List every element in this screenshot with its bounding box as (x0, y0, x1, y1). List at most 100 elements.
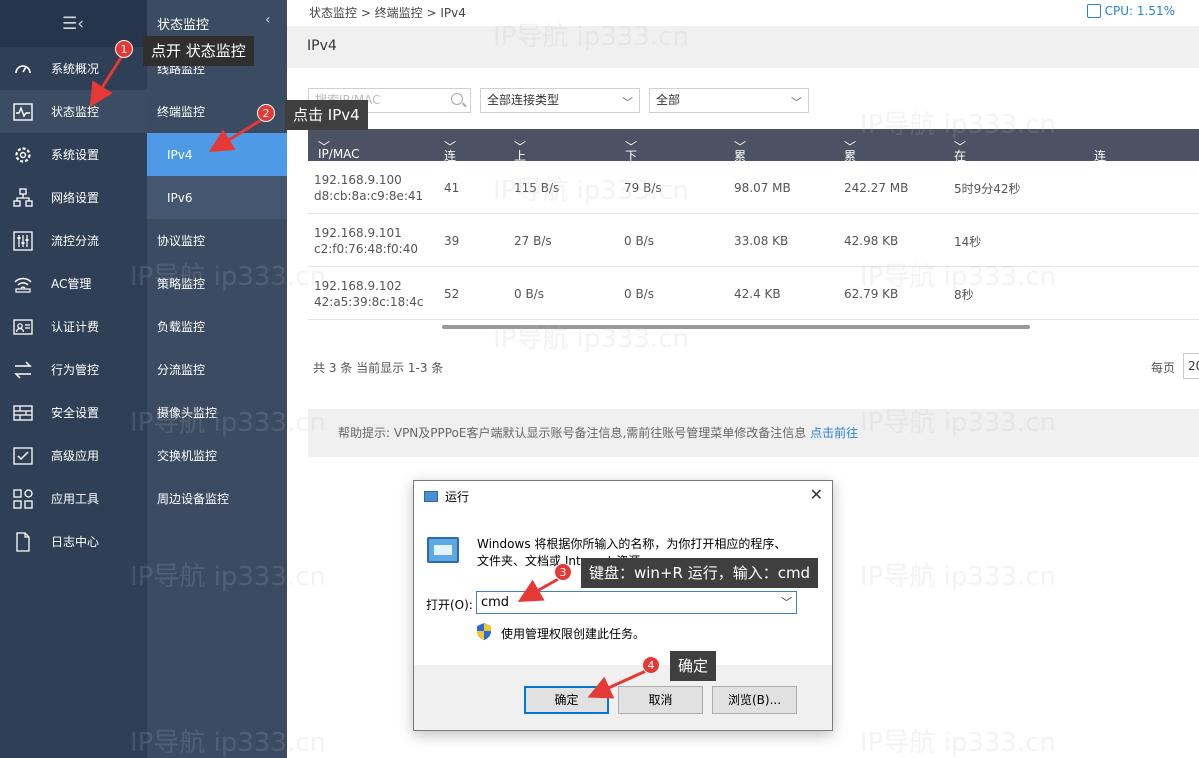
cancel-button[interactable]: 取消 (618, 686, 703, 714)
step-tip-2: 点击 IPv4 (285, 100, 368, 130)
table-row[interactable]: 192.168.9.102 42:a5:39:8c:18:4c 52 0 B/s… (308, 267, 1199, 320)
cell-connections: 41 (444, 181, 460, 195)
sub-item-ipv6[interactable]: IPv6 (147, 176, 287, 219)
col-connections[interactable]: 连接数 ﹀ (444, 138, 456, 197)
chevron-down-icon: ﹀ (622, 96, 633, 109)
cell-down-rate: 0 B/s (624, 234, 654, 248)
sub-item-label: IPv6 (167, 190, 193, 205)
step-tip-1: 点开 状态监控 (143, 36, 254, 66)
sub-item-label: 协议监控 (157, 234, 206, 248)
apps-icon (11, 488, 35, 509)
cell-ip: 192.168.9.100 (314, 173, 402, 187)
step-badge-1: 1 (115, 40, 133, 58)
cell-up-rate: 0 B/s (514, 287, 544, 301)
per-page-select[interactable]: 20 (1183, 353, 1199, 379)
browse-button[interactable]: 浏览(B)... (712, 686, 797, 714)
per-page-label: 每页 (1151, 361, 1176, 375)
connection-type-value: 全部连接类型 (487, 93, 560, 107)
col-ip-mac[interactable]: IP/MAC ﹀ (318, 138, 360, 161)
cell-connections: 52 (444, 287, 460, 301)
open-label: 打开(O): (426, 598, 473, 612)
sub-item-label: 终端监控 (157, 105, 206, 119)
sub-item-switch-monitor[interactable]: 交换机监控 (147, 434, 287, 477)
sub-item-policy-monitor[interactable]: 策略监控 (147, 262, 287, 305)
sidebar-item-flow-control[interactable]: 流控分流 (0, 219, 147, 262)
sub-sidebar-title: 状态监控 (157, 18, 210, 33)
sidebar-item-label: 行为管控 (51, 363, 100, 377)
step-tip-4: 确定 (670, 651, 717, 681)
uac-shield-icon (477, 623, 491, 640)
sidebar-item-auth-billing[interactable]: 认证计费 (0, 305, 147, 348)
cell-connections: 39 (444, 234, 460, 248)
sidebar-item-network-settings[interactable]: 网络设置 (0, 176, 147, 219)
dialog-titlebar[interactable]: 运行 (414, 481, 832, 511)
sidebar-item-label: 日志中心 (51, 535, 100, 549)
step-badge-2: 2 (257, 104, 275, 122)
scope-value: 全部 (656, 93, 681, 107)
sidebar-item-label: AC管理 (51, 277, 92, 291)
chevron-down-icon[interactable]: ﹀ (781, 592, 792, 613)
sidebar-item-behavior-control[interactable]: 行为管控 (0, 348, 147, 391)
cell-total-up: 98.07 MB (734, 181, 791, 195)
table-row[interactable]: 192.168.9.101 c2:f0:76:48:f0:40 39 27 B/… (308, 214, 1199, 267)
cell-total-up: 33.08 KB (734, 234, 789, 248)
gear-icon (11, 145, 35, 165)
cell-online: 5时9分42秒 (954, 182, 1021, 196)
open-input[interactable]: cmd ﹀ (476, 591, 797, 614)
sidebar-item-label: 系统设置 (51, 148, 100, 162)
close-icon[interactable]: ✕ (810, 485, 823, 504)
gauge-icon (11, 59, 35, 79)
sub-item-label: 策略监控 (157, 277, 206, 291)
col-total-upload[interactable]: 累计上行 ﹀ (734, 138, 746, 214)
col-online-time[interactable]: 在线时长 ﹀ (954, 138, 966, 214)
cell-online: 8秒 (954, 288, 974, 302)
cell-down-rate: 79 B/s (624, 181, 662, 195)
horizontal-scrollbar[interactable] (442, 325, 1030, 329)
sub-item-load-monitor[interactable]: 负载监控 (147, 305, 287, 348)
cell-up-rate: 115 B/s (514, 181, 560, 195)
sidebar-item-app-tools[interactable]: 应用工具 (0, 477, 147, 520)
firewall-icon (11, 403, 35, 423)
sidebar-item-status-monitor[interactable]: 状态监控 (0, 90, 147, 133)
sub-item-label: 分流监控 (157, 363, 206, 377)
sidebar-item-system-settings[interactable]: 系统设置 (0, 133, 147, 176)
page-title: IPv4 (287, 26, 1199, 68)
scope-select[interactable]: 全部 ﹀ (649, 88, 809, 113)
cell-up-rate: 27 B/s (514, 234, 552, 248)
chevron-left-icon[interactable]: ‹ (265, 12, 271, 28)
run-dialog: 运行 ✕ Windows 将根据你所输入的名称，为你打开相应的程序、文件夹、文档… (413, 480, 833, 731)
table-header: IP/MAC ﹀ 连接数 ﹀ 上行速率 ﹀ 下行速率 ﹀ 累计上行 ﹀ 累计下行… (308, 129, 1199, 214)
sidebar-item-logs[interactable]: 日志中心 (0, 520, 147, 563)
cell-mac: 42:a5:39:8c:18:4c (314, 295, 424, 309)
sub-item-split-monitor[interactable]: 分流监控 (147, 348, 287, 391)
sidebar-item-label: 应用工具 (51, 492, 100, 506)
col-upload-rate[interactable]: 上行速率 ﹀ (514, 138, 526, 214)
run-app-icon (424, 490, 438, 502)
sidebar-item-advanced[interactable]: 高级应用 (0, 434, 147, 477)
sub-item-label: IPv4 (167, 147, 193, 162)
table-row[interactable]: 192.168.9.100 d8:cb:8a:c9:8e:41 41 115 B… (308, 161, 1199, 214)
sidebar-item-label: 高级应用 (51, 449, 100, 463)
col-download-rate[interactable]: 下行速率 ﹀ (625, 138, 637, 214)
step-badge-3: 3 (554, 563, 572, 581)
sub-item-ipv4[interactable]: IPv4 (147, 133, 287, 176)
sub-item-label: 摄像头监控 (157, 406, 218, 420)
sub-item-camera-monitor[interactable]: 摄像头监控 (147, 391, 287, 434)
help-link[interactable]: 点击前往 (810, 426, 858, 440)
checkbox-icon (11, 446, 35, 466)
sub-item-peripheral-monitor[interactable]: 周边设备监控 (147, 477, 287, 520)
sidebar-item-ac-manage[interactable]: AC管理 (0, 262, 147, 305)
id-card-icon (11, 317, 35, 337)
sub-item-label: 交换机监控 (157, 449, 218, 463)
document-icon (11, 531, 35, 552)
connection-type-select[interactable]: 全部连接类型 ﹀ (480, 88, 640, 113)
sidebar-item-security[interactable]: 安全设置 (0, 391, 147, 434)
sidebar-item-label: 认证计费 (51, 320, 100, 334)
col-total-download[interactable]: 累计下行 ﹀ (844, 138, 856, 214)
main-sidebar: ☰‹ 系统概况 状态监控 系统设置 网络设置 流控分流 AC管理 认证计费 行为… (0, 0, 147, 758)
sub-item-protocol-monitor[interactable]: 协议监控 (147, 219, 287, 262)
sidebar-item-label: 状态监控 (51, 105, 100, 119)
ok-button[interactable]: 确定 (524, 686, 609, 714)
search-icon[interactable] (451, 93, 463, 105)
help-tip: 帮助提示: VPN及PPPoE客户端默认显示账号备注信息,需前往账号管理菜单修改… (308, 409, 1199, 457)
